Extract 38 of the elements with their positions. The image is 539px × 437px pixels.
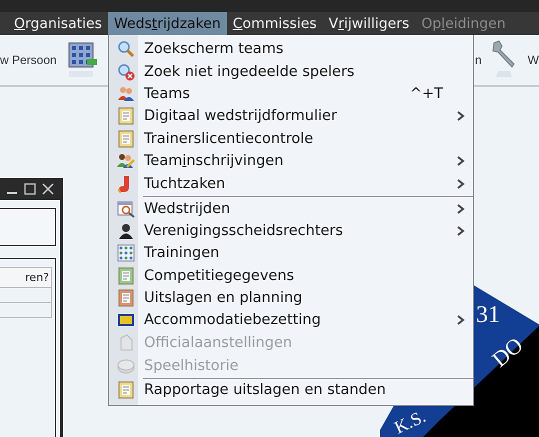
menu-item[interactable]: Teams ^+T xyxy=(109,82,473,106)
menu-item[interactable]: Verenigingsscheidsrechters xyxy=(109,220,473,242)
column-header: ren? xyxy=(0,267,52,288)
people-pencil-icon xyxy=(117,152,135,170)
form-icon xyxy=(118,266,134,285)
disc-icon xyxy=(117,356,135,375)
menu-item[interactable]: Accommodatiebezetting xyxy=(109,309,473,332)
magnifier-remove-icon xyxy=(117,62,135,81)
person-icon xyxy=(118,222,134,240)
menu-item[interactable]: Wedstrijden xyxy=(109,197,473,220)
form-icon xyxy=(118,289,134,308)
toolbar-label[interactable]: w Persoon xyxy=(0,53,57,67)
grid-icon xyxy=(117,244,135,262)
magnifier-icon xyxy=(117,40,135,58)
toolbar-label[interactable]: n xyxy=(474,53,482,67)
menu-item[interactable]: Digitaal wedstrijdformulier xyxy=(109,105,473,128)
people-icon xyxy=(117,84,135,103)
menu-item[interactable]: Teaminschrijvingen xyxy=(109,150,473,172)
menu-bar-item[interactable]: Organisaties xyxy=(8,12,108,35)
menu-bar-item[interactable]: Wedstrijdzaken xyxy=(108,12,227,35)
menu-item[interactable]: Rapportage uitslagen en standen xyxy=(109,379,473,402)
menu-item[interactable]: Zoek niet ingedeelde spelers xyxy=(109,60,473,83)
menu-bar-item[interactable]: Commissies xyxy=(226,12,323,35)
form-icon xyxy=(118,107,134,126)
menu-item[interactable]: Zoekscherm teams xyxy=(109,38,473,60)
menu-item[interactable]: Competitiegegevens xyxy=(109,264,473,287)
document-icon xyxy=(118,334,134,352)
close-icon[interactable] xyxy=(42,183,54,195)
maximize-icon[interactable] xyxy=(24,183,36,195)
input-field[interactable] xyxy=(0,208,56,246)
calendar-search-icon xyxy=(117,200,135,218)
toolbar-label[interactable]: W xyxy=(528,53,539,67)
menu-bar-item[interactable]: Vrijwilligers xyxy=(322,12,416,35)
menu-item[interactable]: Trainingen xyxy=(109,242,473,265)
menu-item[interactable]: Trainerslicentiecontrole xyxy=(109,128,473,150)
form-icon xyxy=(118,381,134,400)
form-icon xyxy=(118,130,134,148)
menu-item[interactable]: Uitslagen en planning xyxy=(109,286,473,310)
